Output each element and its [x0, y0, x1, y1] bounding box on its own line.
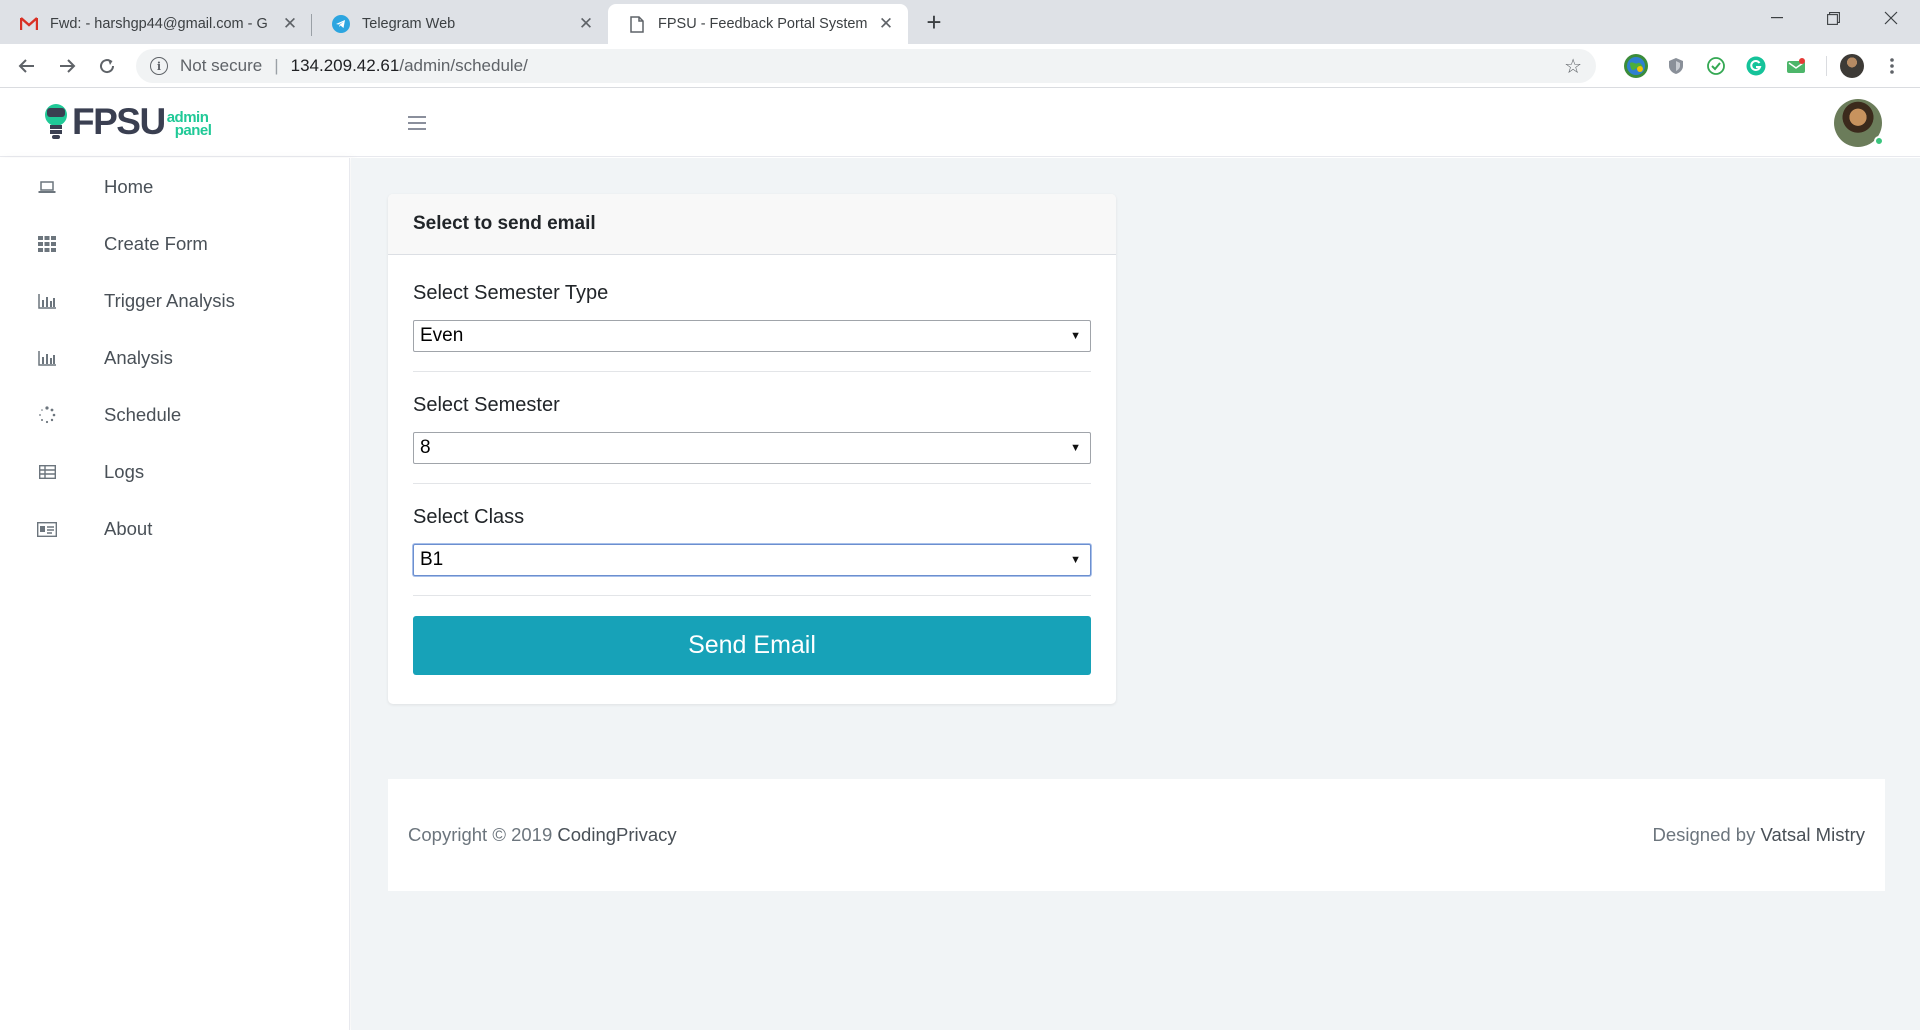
id-card-icon — [36, 521, 58, 537]
page-footer: Copyright © 2019 CodingPrivacy Designed … — [388, 779, 1885, 891]
designer-link[interactable]: Vatsal Mistry — [1760, 824, 1865, 845]
grid-icon — [36, 236, 58, 252]
tab-fpsu[interactable]: FPSU - Feedback Portal System fo ✕ — [608, 4, 908, 44]
sidebar-item-label: Analysis — [104, 347, 173, 368]
sidebar-item-logs[interactable]: Logs — [0, 448, 350, 496]
send-email-card: Select to send email Select Semester Typ… — [388, 194, 1116, 704]
main-content: Select to send email Select Semester Typ… — [351, 158, 1920, 1030]
designed-by-text: Designed by — [1652, 824, 1756, 845]
semester-value: 8 — [420, 437, 431, 458]
tab-title: Fwd: - harshgp44@gmail.com - G — [50, 16, 268, 32]
close-tab-icon[interactable]: ✕ — [280, 14, 300, 34]
dropdown-caret-icon: ▼ — [1070, 554, 1081, 566]
sidebar-item-schedule[interactable]: Schedule — [0, 391, 350, 439]
class-select[interactable]: B1 ▼ — [413, 544, 1091, 576]
sidebar-item-analysis[interactable]: Analysis — [0, 334, 350, 382]
telegram-icon — [332, 15, 350, 33]
semester-select[interactable]: 8 ▼ — [413, 432, 1091, 464]
semester-type-select[interactable]: Even ▼ — [413, 320, 1091, 352]
bulb-icon — [42, 103, 70, 141]
send-email-button[interactable]: Send Email — [413, 616, 1091, 675]
address-divider: | — [274, 56, 279, 75]
copyright-owner-link[interactable]: CodingPrivacy — [557, 824, 676, 845]
copyright-text: Copyright © 2019 — [408, 824, 553, 845]
hamburger-menu-icon[interactable] — [408, 116, 426, 130]
sidebar-item-about[interactable]: About — [0, 505, 350, 553]
browser-menu-icon[interactable] — [1880, 54, 1904, 78]
bar-chart-icon — [36, 293, 58, 309]
sidebar-item-trigger-analysis[interactable]: Trigger Analysis — [0, 277, 350, 325]
field-divider — [413, 483, 1091, 484]
logo-wordmark: FPSU — [72, 101, 166, 142]
page-icon — [628, 15, 646, 33]
url-path: /admin/schedule/ — [399, 56, 528, 75]
info-icon[interactable]: i — [150, 57, 168, 75]
class-value: B1 — [420, 549, 444, 570]
sidebar-item-home[interactable]: Home — [0, 163, 350, 211]
gmail-icon — [20, 15, 38, 33]
sidebar-item-label: Logs — [104, 461, 145, 482]
minimize-icon[interactable] — [1754, 0, 1800, 36]
security-label: Not secure — [180, 56, 263, 75]
sidebar-item-label: Schedule — [104, 404, 182, 425]
spinner-icon — [36, 406, 58, 424]
close-window-icon[interactable] — [1868, 0, 1914, 36]
field-divider — [413, 595, 1091, 596]
close-tab-icon[interactable]: ✕ — [876, 14, 896, 34]
extension-globe-icon[interactable] — [1624, 54, 1648, 78]
bar-chart-icon — [36, 350, 58, 366]
profile-avatar[interactable] — [1840, 54, 1864, 78]
semester-type-label: Select Semester Type — [413, 282, 609, 304]
tab-telegram[interactable]: Telegram Web ✕ — [312, 4, 608, 44]
tab-title: Telegram Web — [362, 16, 456, 32]
tab-gmail[interactable]: Fwd: - harshgp44@gmail.com - G ✕ — [0, 4, 312, 44]
extension-check-icon[interactable] — [1704, 54, 1728, 78]
class-label: Select Class — [413, 506, 525, 528]
fpsu-logo[interactable]: FPSU admin panel — [42, 101, 212, 142]
logo-subtitle-line2: panel — [174, 122, 212, 139]
new-tab-button[interactable]: + — [920, 7, 948, 37]
card-title: Select to send email — [388, 194, 1116, 255]
footer-copyright: Copyright © 2019 CodingPrivacy — [408, 824, 677, 846]
sidebar-item-label: Trigger Analysis — [104, 290, 235, 311]
back-icon[interactable] — [13, 52, 41, 80]
sidebar: Home Create Form Trigger Analysis Analys… — [0, 158, 350, 1030]
logo-subtitle: admin panel — [167, 110, 212, 139]
dropdown-caret-icon: ▼ — [1070, 330, 1081, 342]
field-divider — [413, 371, 1091, 372]
app-header: FPSU admin panel — [0, 89, 1920, 157]
browser-tab-bar: Fwd: - harshgp44@gmail.com - G ✕ Telegra… — [0, 0, 1920, 44]
browser-toolbar: i Not secure | 134.209.42.61/admin/sched… — [0, 44, 1920, 88]
dropdown-caret-icon: ▼ — [1070, 442, 1081, 454]
table-icon — [36, 465, 58, 479]
reload-icon[interactable] — [93, 52, 121, 80]
semester-label: Select Semester — [413, 394, 560, 416]
url-host: 134.209.42.61 — [290, 56, 400, 75]
restore-icon[interactable] — [1810, 0, 1856, 36]
semester-type-value: Even — [420, 325, 464, 346]
address-bar[interactable]: i Not secure | 134.209.42.61/admin/sched… — [136, 49, 1596, 83]
tab-title: FPSU - Feedback Portal System fo — [658, 16, 868, 32]
toolbar-divider — [1826, 56, 1827, 76]
extension-mail-icon[interactable] — [1784, 54, 1808, 78]
sidebar-item-label: About — [104, 518, 153, 539]
bookmark-star-icon[interactable]: ☆ — [1564, 54, 1582, 79]
laptop-icon — [36, 180, 58, 194]
sidebar-item-label: Home — [104, 176, 154, 197]
sidebar-item-create-form[interactable]: Create Form — [0, 220, 350, 268]
online-status-dot — [1874, 136, 1884, 146]
grammarly-icon[interactable] — [1744, 54, 1768, 78]
sidebar-item-label: Create Form — [104, 233, 208, 254]
forward-icon[interactable] — [53, 52, 81, 80]
footer-designer: Designed by Vatsal Mistry — [1653, 824, 1866, 846]
close-tab-icon[interactable]: ✕ — [576, 14, 596, 34]
extension-shield-icon[interactable] — [1664, 54, 1688, 78]
